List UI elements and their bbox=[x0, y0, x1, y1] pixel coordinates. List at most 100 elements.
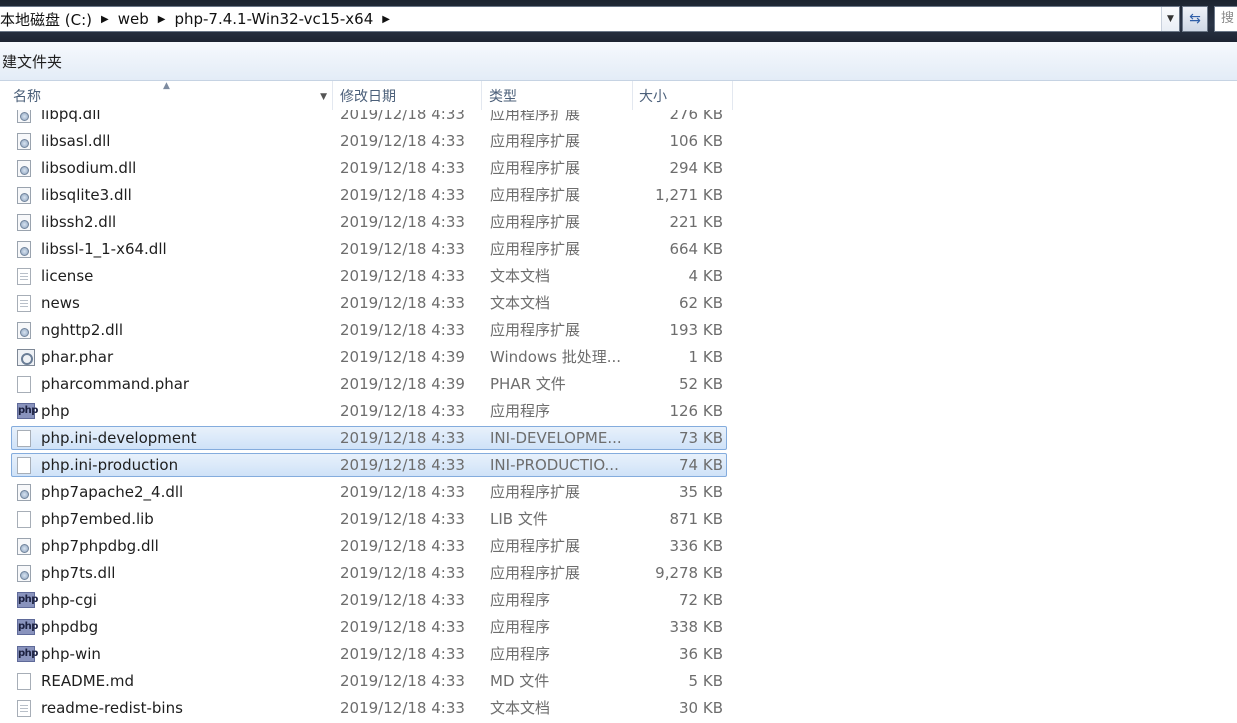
file-name: php.ini-production bbox=[41, 456, 179, 474]
file-modified-date: 2019/12/18 4:33 bbox=[340, 429, 465, 447]
file-size: 871 KB bbox=[669, 510, 723, 528]
column-filter-dropdown-icon[interactable]: ▼ bbox=[320, 81, 327, 113]
column-header-bar: 名称 ▲ ▼ 修改日期 类型 大小 bbox=[0, 81, 733, 110]
blank-file-icon bbox=[17, 430, 35, 448]
file-row[interactable]: news 2019/12/18 4:33 文本文档 62 KB bbox=[0, 290, 733, 317]
search-input[interactable]: 搜 bbox=[1214, 6, 1237, 32]
file-modified-date: 2019/12/18 4:33 bbox=[340, 456, 465, 474]
file-row[interactable]: phar.phar 2019/12/18 4:39 Windows 批处理... 1 … bbox=[0, 344, 733, 371]
file-name: readme-redist-bins bbox=[41, 699, 183, 717]
blank-file-icon-glyph bbox=[17, 511, 31, 528]
text-document-icon-glyph bbox=[17, 700, 31, 717]
column-header-date[interactable]: 修改日期 bbox=[333, 81, 482, 110]
file-row[interactable]: libsasl.dll 2019/12/18 4:33 应用程序扩展 106 KB bbox=[0, 128, 733, 155]
address-bar[interactable]: 本地磁盘 (C:) ▶ web ▶ php-7.4.1-Win32-vc15-x… bbox=[0, 6, 1180, 32]
php-icon-glyph: php bbox=[17, 646, 38, 662]
file-modified-date: 2019/12/18 4:33 bbox=[340, 618, 465, 636]
batch-file-icon-glyph bbox=[17, 349, 35, 366]
column-header-size[interactable]: 大小 bbox=[633, 81, 733, 110]
file-size: 52 KB bbox=[679, 375, 723, 393]
file-name: libsqlite3.dll bbox=[41, 186, 132, 204]
column-header-name-label: 名称 bbox=[13, 89, 41, 105]
file-type: PHAR 文件 bbox=[490, 375, 566, 393]
dll-icon bbox=[17, 110, 35, 124]
chevron-right-icon[interactable]: ▶ bbox=[158, 14, 166, 25]
file-name: phpdbg bbox=[41, 618, 99, 636]
file-name: php7apache2_4.dll bbox=[41, 483, 184, 501]
file-row[interactable]: php phpdbg 2019/12/18 4:33 应用程序 338 KB bbox=[0, 614, 733, 641]
column-header-type[interactable]: 类型 bbox=[482, 81, 633, 110]
file-type: 应用程序扩展 bbox=[490, 240, 581, 258]
file-name: nghttp2.dll bbox=[41, 321, 123, 339]
file-modified-date: 2019/12/18 4:33 bbox=[340, 483, 465, 501]
file-row[interactable]: php7apache2_4.dll 2019/12/18 4:33 应用程序扩展 35… bbox=[0, 479, 733, 506]
file-row[interactable]: php php-win 2019/12/18 4:33 应用程序 36 KB bbox=[0, 641, 733, 668]
file-size: 664 KB bbox=[669, 240, 723, 258]
blank-file-icon-glyph bbox=[17, 430, 31, 447]
file-row[interactable]: php.ini-production 2019/12/18 4:33 INI-PRO… bbox=[0, 452, 733, 479]
file-size: 338 KB bbox=[669, 618, 723, 636]
file-row[interactable]: readme-redist-bins 2019/12/18 4:33 文本文档 30 … bbox=[0, 695, 733, 722]
file-list: libpq.dll 2019/12/18 4:33 应用程序扩展 276 KB libs… bbox=[0, 110, 1237, 723]
text-document-icon bbox=[17, 295, 35, 313]
file-type: MD 文件 bbox=[490, 672, 550, 690]
file-type: 应用程序扩展 bbox=[490, 564, 581, 582]
chevron-right-icon[interactable]: ▶ bbox=[382, 14, 390, 25]
dll-icon bbox=[17, 187, 35, 205]
file-size: 221 KB bbox=[669, 213, 723, 231]
blank-file-icon bbox=[17, 457, 35, 475]
dll-icon-glyph bbox=[17, 214, 31, 231]
file-type: 文本文档 bbox=[490, 294, 551, 312]
file-modified-date: 2019/12/18 4:33 bbox=[340, 672, 465, 690]
php-icon-glyph: php bbox=[17, 403, 38, 419]
file-type: 应用程序扩展 bbox=[490, 186, 581, 204]
file-row[interactable]: pharcommand.phar 2019/12/18 4:39 PHAR 文件 52… bbox=[0, 371, 733, 398]
file-row[interactable]: libpq.dll 2019/12/18 4:33 应用程序扩展 276 KB bbox=[0, 110, 733, 128]
dll-icon-glyph bbox=[17, 241, 31, 258]
file-type: 应用程序扩展 bbox=[490, 321, 581, 339]
php-icon-glyph: php bbox=[17, 592, 38, 608]
file-size: 106 KB bbox=[669, 132, 723, 150]
file-row[interactable]: libsodium.dll 2019/12/18 4:33 应用程序扩展 294 KB bbox=[0, 155, 733, 182]
file-row[interactable]: nghttp2.dll 2019/12/18 4:33 应用程序扩展 193 KB bbox=[0, 317, 733, 344]
file-row[interactable]: php php 2019/12/18 4:33 应用程序 126 KB bbox=[0, 398, 733, 425]
refresh-button[interactable]: ⇆ bbox=[1182, 6, 1208, 32]
dll-icon-glyph bbox=[17, 160, 31, 177]
address-history-dropdown[interactable]: ▼ bbox=[1161, 7, 1179, 31]
column-header-name[interactable]: 名称 ▲ ▼ bbox=[0, 81, 333, 110]
php-icon-glyph: php bbox=[17, 619, 38, 635]
file-row[interactable]: php7ts.dll 2019/12/18 4:33 应用程序扩展 9,278 KB bbox=[0, 560, 733, 587]
file-type: 应用程序 bbox=[490, 645, 551, 663]
file-name: README.md bbox=[41, 672, 135, 690]
dll-icon-glyph bbox=[17, 133, 31, 150]
file-name: news bbox=[41, 294, 80, 312]
text-document-icon bbox=[17, 700, 35, 718]
window-titlebar: 本地磁盘 (C:) ▶ web ▶ php-7.4.1-Win32-vc15-x… bbox=[0, 0, 1237, 42]
file-name: php bbox=[41, 402, 70, 420]
file-name: libssh2.dll bbox=[41, 213, 117, 231]
breadcrumb-drive[interactable]: 本地磁盘 (C:) bbox=[0, 9, 98, 30]
file-row[interactable]: php php-cgi 2019/12/18 4:33 应用程序 72 KB bbox=[0, 587, 733, 614]
blank-file-icon-glyph bbox=[17, 673, 31, 690]
file-row[interactable]: libsqlite3.dll 2019/12/18 4:33 应用程序扩展 1,271… bbox=[0, 182, 733, 209]
file-row[interactable]: php.ini-development 2019/12/18 4:33 INI-DE… bbox=[0, 425, 733, 452]
file-row[interactable]: libssh2.dll 2019/12/18 4:33 应用程序扩展 221 KB bbox=[0, 209, 733, 236]
file-modified-date: 2019/12/18 4:33 bbox=[340, 240, 465, 258]
new-folder-button[interactable]: 建文件夹 bbox=[0, 51, 62, 72]
file-row[interactable]: license 2019/12/18 4:33 文本文档 4 KB bbox=[0, 263, 733, 290]
breadcrumb-php-folder[interactable]: php-7.4.1-Win32-vc15-x64 bbox=[174, 10, 379, 28]
file-row[interactable]: php7embed.lib 2019/12/18 4:33 LIB 文件 871 KB bbox=[0, 506, 733, 533]
file-modified-date: 2019/12/18 4:33 bbox=[340, 402, 465, 420]
file-row[interactable]: README.md 2019/12/18 4:33 MD 文件 5 KB bbox=[0, 668, 733, 695]
file-type: INI-PRODUCTIO... bbox=[490, 456, 619, 474]
file-type: 应用程序扩展 bbox=[490, 483, 581, 501]
command-toolbar: 建文件夹 bbox=[0, 42, 1237, 81]
file-row[interactable]: libssl-1_1-x64.dll 2019/12/18 4:33 应用程序扩展 6… bbox=[0, 236, 733, 263]
file-name: pharcommand.phar bbox=[41, 375, 190, 393]
chevron-right-icon[interactable]: ▶ bbox=[101, 14, 109, 25]
file-row[interactable]: php7phpdbg.dll 2019/12/18 4:33 应用程序扩展 336 K… bbox=[0, 533, 733, 560]
dll-icon bbox=[17, 484, 35, 502]
file-modified-date: 2019/12/18 4:33 bbox=[340, 213, 465, 231]
breadcrumb-web[interactable]: web bbox=[118, 10, 155, 28]
file-name: phar.phar bbox=[41, 348, 114, 366]
